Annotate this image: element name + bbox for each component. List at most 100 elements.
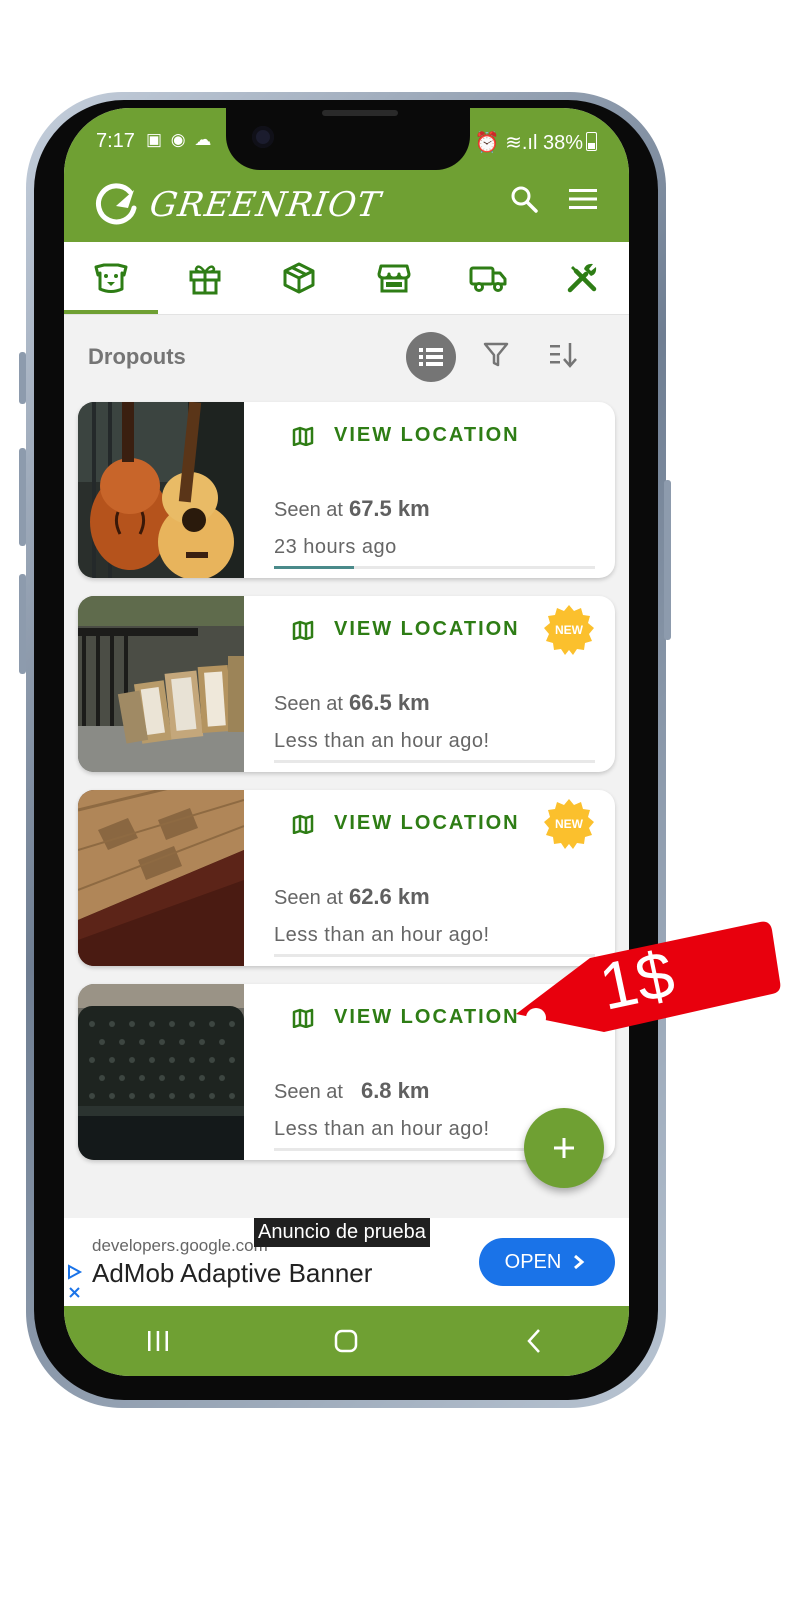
phone-silent-switch <box>19 352 26 404</box>
seen-time: Less than an hour ago! <box>274 924 490 946</box>
ad-domain: developers.google.com <box>92 1236 268 1255</box>
new-badge-label: NEW <box>555 623 584 637</box>
new-badge-icon: NEW <box>544 799 594 849</box>
ad-test-label: Anuncio de prueba <box>254 1218 430 1247</box>
signal-icons: ⏰ ≋.ıl <box>474 132 538 154</box>
dog-face-icon <box>94 263 128 293</box>
back-button[interactable] <box>441 1306 629 1376</box>
view-location-label: VIEW LOCATION <box>334 1006 520 1028</box>
map-icon <box>292 426 314 446</box>
seen-prefix: Seen at <box>274 499 343 521</box>
ad-open-button[interactable]: OPEN <box>479 1238 615 1286</box>
category-tabs <box>64 242 629 315</box>
status-time: 7:17 <box>96 130 135 152</box>
view-location-label: VIEW LOCATION <box>334 424 520 446</box>
storefront-icon <box>377 264 411 293</box>
distance-value: 66.5 km <box>348 690 430 715</box>
card-body: VIEW LOCATION NEW Seen at 66.5 km Less th… <box>274 596 595 772</box>
map-icon <box>292 1008 314 1028</box>
package-icon <box>283 262 315 294</box>
battery-icon <box>586 132 597 151</box>
add-dropout-button[interactable] <box>524 1108 604 1188</box>
earpiece-speaker <box>322 110 398 116</box>
seen-distance: Seen at 67.5 km <box>274 496 430 522</box>
list-toolbar: Dropouts <box>64 314 629 402</box>
item-photo-pictures <box>78 596 244 772</box>
seen-time: Less than an hour ago! <box>274 1118 490 1140</box>
price-label: 1$ <box>593 936 681 1024</box>
list-view-icon <box>419 348 443 366</box>
view-location-label: VIEW LOCATION <box>334 812 520 834</box>
freshness-bar <box>274 760 595 763</box>
ad-choices[interactable] <box>66 1262 84 1307</box>
system-nav-bar <box>64 1306 629 1376</box>
truck-icon <box>469 266 507 292</box>
notification-icons: ▣ ◉ ☁ <box>146 130 214 149</box>
section-title: Dropouts <box>88 344 186 369</box>
phone-volume-down <box>19 574 26 674</box>
filter-icon[interactable] <box>482 340 510 370</box>
distance-value: 6.8 km <box>360 1078 430 1103</box>
item-photo-furniture <box>78 790 244 966</box>
dropout-list: VIEW LOCATION Seen at 67.5 km 23 hours ag… <box>78 402 615 1178</box>
item-photo-guitars <box>78 402 244 578</box>
seen-time: Less than an hour ago! <box>274 730 490 752</box>
camera-notch <box>226 108 470 170</box>
map-icon <box>292 814 314 834</box>
recent-apps-icon <box>148 1331 169 1351</box>
greenriot-logo-icon <box>96 183 137 225</box>
tab-packages[interactable] <box>252 242 346 314</box>
dropout-card[interactable]: VIEW LOCATION Seen at 67.5 km 23 hours ag… <box>78 402 615 578</box>
front-camera <box>252 126 274 148</box>
view-location-button[interactable]: VIEW LOCATION <box>292 1006 520 1029</box>
card-body: VIEW LOCATION Seen at 67.5 km 23 hours ag… <box>274 402 595 578</box>
gift-icon <box>189 265 221 295</box>
view-location-button[interactable]: VIEW LOCATION <box>292 812 520 835</box>
menu-icon[interactable] <box>567 184 599 214</box>
plus-icon <box>554 1138 574 1158</box>
ad-title: AdMob Adaptive Banner <box>92 1258 373 1288</box>
app-name: GREENRIOT <box>147 185 384 225</box>
distance-value: 62.6 km <box>348 884 430 909</box>
tab-stores[interactable] <box>347 242 441 314</box>
tab-dropouts[interactable] <box>64 242 159 314</box>
map-icon <box>292 620 314 640</box>
tab-delivery[interactable] <box>441 242 535 314</box>
seen-prefix: Seen at <box>274 693 343 715</box>
app-screen: 7:17 ▣ ◉ ☁ ⏰ ≋.ıl 38% GREENRIOT Dropouts… <box>64 108 629 1376</box>
tab-repairs[interactable] <box>535 242 629 314</box>
tools-icon <box>567 263 597 293</box>
home-icon <box>335 1329 358 1353</box>
seen-distance: Seen at 6.8 km <box>274 1078 429 1104</box>
phone-volume-up <box>19 448 26 546</box>
dropout-card[interactable]: VIEW LOCATION NEW Seen at 66.5 km Less th… <box>78 596 615 772</box>
new-badge-icon: NEW <box>544 605 594 655</box>
view-location-button[interactable]: VIEW LOCATION <box>292 424 520 447</box>
sort-icon[interactable] <box>548 340 580 370</box>
status-right: ⏰ ≋.ıl 38% <box>475 130 597 155</box>
app-bar: GREENRIOT <box>64 172 629 242</box>
search-icon[interactable] <box>509 184 539 214</box>
back-icon <box>527 1329 540 1353</box>
tab-gifts[interactable] <box>158 242 252 314</box>
item-photo-sofa <box>78 984 244 1160</box>
app-logo: GREENRIOT <box>94 178 384 232</box>
chevron-right-icon <box>574 1254 585 1270</box>
new-badge-label: NEW <box>555 817 584 831</box>
recent-apps-button[interactable] <box>64 1306 252 1376</box>
seen-distance: Seen at 62.6 km <box>274 884 430 910</box>
home-button[interactable] <box>252 1306 440 1376</box>
ad-open-label: OPEN <box>504 1250 562 1273</box>
view-location-button[interactable]: VIEW LOCATION <box>292 618 520 641</box>
ad-choices-icon <box>68 1264 83 1298</box>
distance-value: 67.5 km <box>348 496 430 521</box>
seen-prefix: Seen at <box>274 887 343 909</box>
battery-level: 38% <box>542 132 583 154</box>
freshness-bar-fill <box>274 566 355 569</box>
view-location-label: VIEW LOCATION <box>334 618 520 640</box>
freshness-bar <box>274 566 595 569</box>
price-tag: 1$ <box>514 916 784 1040</box>
ad-banner[interactable]: developers.google.com Anuncio de prueba … <box>64 1218 629 1306</box>
phone-power-button <box>664 480 671 640</box>
list-view-button[interactable] <box>406 332 456 382</box>
